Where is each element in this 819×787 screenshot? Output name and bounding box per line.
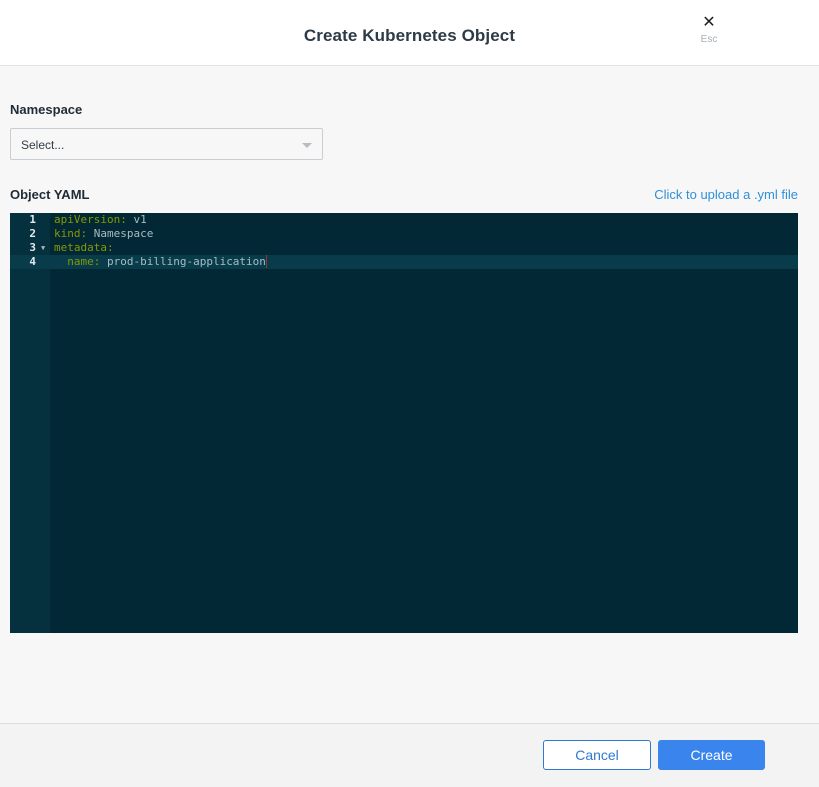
fold-arrow-icon[interactable]: ▼ bbox=[41, 241, 45, 255]
yaml-value: Namespace bbox=[87, 227, 154, 240]
code-line-active[interactable]: name: prod-billing-application bbox=[50, 255, 798, 269]
code-line[interactable]: metadata: bbox=[50, 241, 798, 255]
line-number: 3 ▼ bbox=[10, 241, 50, 255]
editor-code-area[interactable]: apiVersion: v1 kind: Namespace metadata:… bbox=[50, 213, 798, 633]
close-icon[interactable]: ✕ bbox=[690, 14, 728, 32]
modal-header: Create Kubernetes Object ✕ Esc bbox=[0, 0, 819, 66]
create-button[interactable]: Create bbox=[658, 740, 765, 770]
close-button[interactable]: ✕ Esc bbox=[690, 14, 728, 50]
cancel-button[interactable]: Cancel bbox=[543, 740, 651, 770]
close-shortcut-hint: Esc bbox=[700, 34, 718, 45]
line-number-active: 4 bbox=[10, 255, 50, 269]
editor-gutter: 1 2 3 ▼ 4 bbox=[10, 213, 50, 633]
yaml-value: prod-billing-application bbox=[100, 255, 266, 268]
line-number-text: 4 bbox=[29, 255, 36, 268]
code-line[interactable]: kind: Namespace bbox=[50, 227, 798, 241]
namespace-select[interactable]: Select... bbox=[10, 128, 323, 160]
code-line[interactable]: apiVersion: v1 bbox=[50, 213, 798, 227]
object-yaml-label: Object YAML bbox=[10, 187, 90, 202]
yaml-key: metadata: bbox=[54, 241, 114, 254]
yaml-key: kind: bbox=[54, 227, 88, 240]
modal-footer: Cancel Create bbox=[0, 723, 819, 787]
line-number-text: 1 bbox=[29, 213, 36, 226]
chevron-down-icon[interactable] bbox=[302, 143, 312, 148]
namespace-select-value[interactable]: Select... bbox=[21, 138, 64, 152]
line-number-text: 3 bbox=[29, 241, 36, 254]
yaml-key: apiVersion: bbox=[54, 213, 127, 226]
line-number: 1 bbox=[10, 213, 50, 227]
line-number-text: 2 bbox=[29, 227, 36, 240]
yaml-value: v1 bbox=[126, 213, 147, 226]
namespace-label: Namespace bbox=[10, 102, 83, 117]
text-cursor bbox=[265, 255, 267, 268]
line-number: 2 bbox=[10, 227, 50, 241]
upload-yml-link[interactable]: Click to upload a .yml file bbox=[654, 187, 798, 202]
yaml-editor[interactable]: 1 2 3 ▼ 4 apiVersion: v1 kind: Namespace … bbox=[10, 213, 798, 633]
yaml-key: name: bbox=[54, 255, 101, 268]
